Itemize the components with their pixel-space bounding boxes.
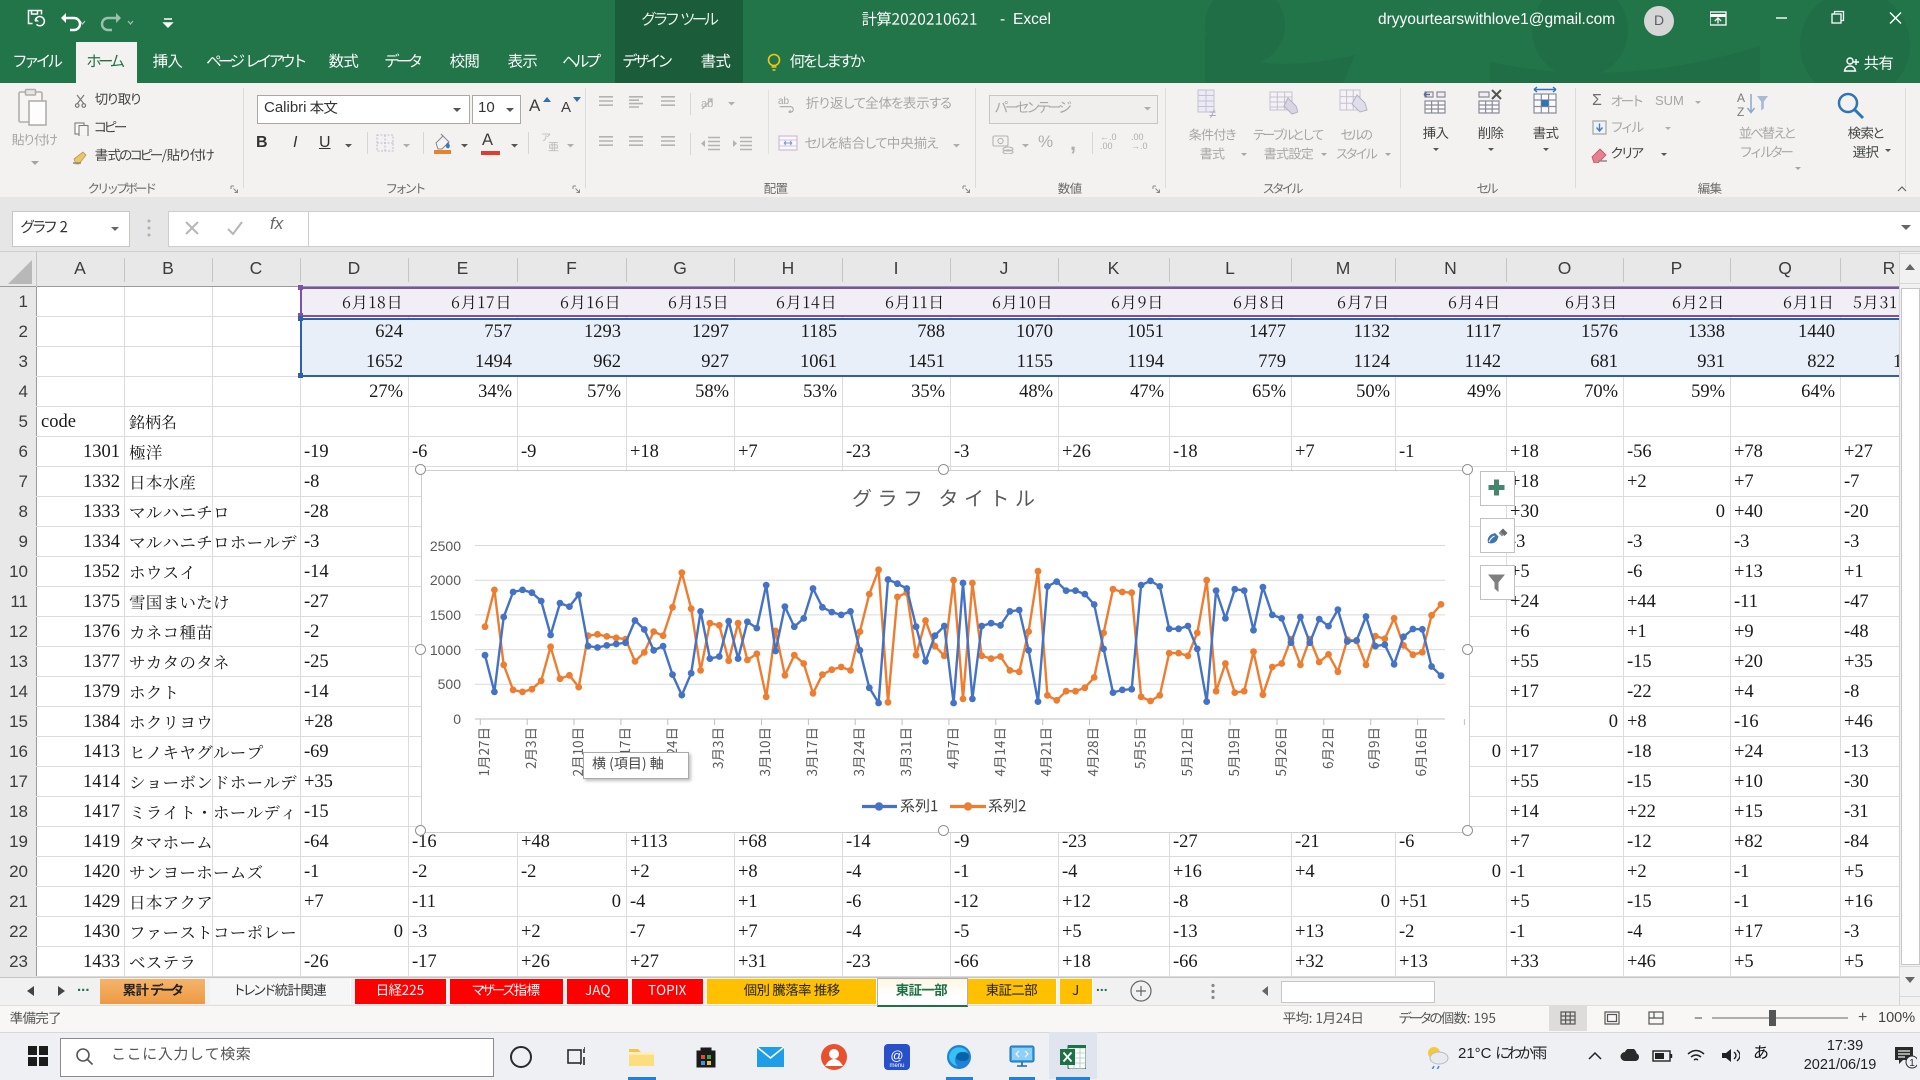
svg-text:menu: menu <box>889 1063 904 1069</box>
svg-text:1: 1 <box>1909 1058 1915 1069</box>
svg-text:@: @ <box>890 1048 903 1063</box>
